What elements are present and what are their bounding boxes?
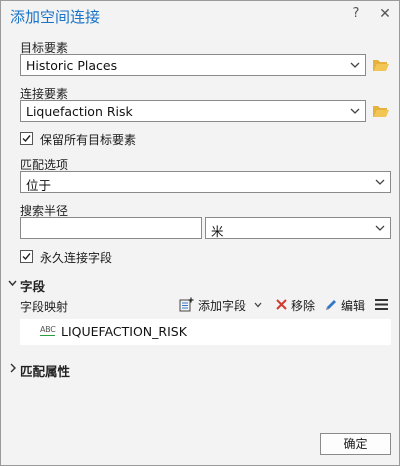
dialog-title: 添加空间连接 [10, 8, 101, 26]
chevron-down-icon [350, 62, 360, 68]
match-option-dropdown[interactable]: 位于 [20, 171, 391, 193]
edit-label: 编辑 [341, 299, 366, 313]
target-features-value: Historic Places [26, 58, 118, 73]
search-radius-input[interactable] [20, 217, 202, 239]
field-map-list: ABC LIQUEFACTION_RISK [20, 319, 391, 345]
field-map-label: 字段映射 [20, 300, 69, 314]
close-button[interactable]: ✕ [377, 6, 393, 24]
chevron-down-icon [8, 280, 17, 287]
target-features-dropdown[interactable]: Historic Places [20, 54, 366, 76]
match-option-value: 位于 [26, 178, 52, 193]
match-attributes-section-label: 匹配属性 [20, 364, 71, 379]
add-field-icon [179, 297, 194, 312]
folder-icon[interactable] [372, 58, 390, 72]
add-field-label: 添加字段 [198, 299, 247, 313]
checkbox-box [20, 250, 33, 263]
field-map-toolbar: 添加字段 移除 编辑 [179, 296, 391, 314]
search-radius-unit-dropdown[interactable]: 米 [205, 217, 391, 239]
pencil-icon [326, 300, 336, 310]
text-field-type-icon: ABC [40, 325, 56, 334]
permanent-join-label: 永久连接字段 [40, 251, 113, 265]
remove-field-button[interactable]: 移除 [275, 296, 319, 314]
hamburger-menu-icon [375, 299, 388, 310]
options-menu-button[interactable] [375, 296, 389, 314]
checkmark-icon [22, 253, 31, 261]
chevron-down-icon [375, 225, 385, 231]
ok-button[interactable]: 确定 [320, 433, 391, 455]
add-spatial-join-dialog: 添加空间连接 ? ✕ 目标要素 Historic Places 连接要素 Liq… [0, 0, 400, 466]
checkbox-box [20, 132, 33, 145]
checkmark-icon [22, 135, 31, 143]
text-field-type-underline [40, 335, 55, 336]
join-features-value: Liquefaction Risk [26, 104, 133, 119]
permanent-join-checkbox[interactable]: 永久连接字段 [20, 249, 170, 265]
fields-section-label: 字段 [20, 279, 46, 294]
chevron-down-icon [375, 179, 385, 185]
join-features-dropdown[interactable]: Liquefaction Risk [20, 100, 366, 122]
remove-x-icon [276, 299, 287, 310]
match-attributes-section-header[interactable]: 匹配属性 [8, 361, 98, 379]
add-field-button[interactable]: 添加字段 [179, 296, 267, 314]
help-button[interactable]: ? [348, 6, 364, 24]
remove-label: 移除 [291, 299, 316, 313]
title-bar: 添加空间连接 ? ✕ [1, 1, 399, 29]
folder-icon[interactable] [372, 104, 390, 118]
field-map-row[interactable]: ABC LIQUEFACTION_RISK [20, 319, 391, 345]
fields-section-header[interactable]: 字段 [8, 276, 68, 294]
chevron-down-icon [350, 108, 360, 114]
search-radius-unit-value: 米 [211, 224, 224, 239]
chevron-right-icon [10, 363, 16, 373]
field-name: LIQUEFACTION_RISK [61, 324, 187, 339]
edit-field-button[interactable]: 编辑 [324, 296, 368, 314]
keep-all-target-features-checkbox[interactable]: 保留所有目标要素 [20, 131, 220, 147]
keep-all-label: 保留所有目标要素 [40, 133, 137, 147]
chevron-down-icon [254, 302, 262, 308]
